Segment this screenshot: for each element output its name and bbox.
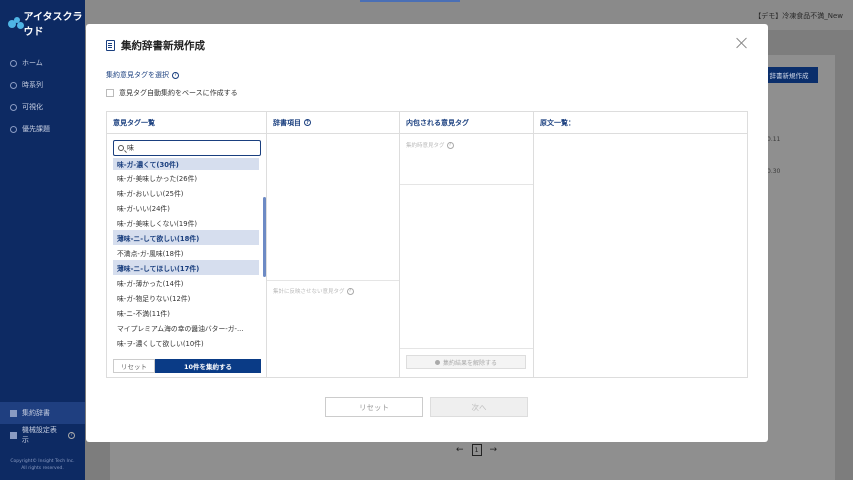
visualize-icon xyxy=(10,103,17,111)
footer-reset-button[interactable]: リセット xyxy=(325,397,423,417)
bg-value: 0.11 xyxy=(767,136,781,143)
tag-search xyxy=(113,140,261,156)
tag-item[interactable]: 味-ニ-不満(11件) xyxy=(113,305,259,320)
priority-icon xyxy=(10,125,17,133)
page-number[interactable]: 1 xyxy=(471,444,482,456)
help-icon[interactable]: ? xyxy=(172,71,179,79)
release-button-label: 集約結果を解除する xyxy=(442,359,497,367)
tag-item[interactable]: 味-ガ-美味しかった(26件) xyxy=(113,170,259,185)
help-icon[interactable]: ? xyxy=(446,141,454,149)
unmapped-tags-text: 集計に反映させない意見タグ xyxy=(273,289,345,295)
tag-item[interactable]: 薄味-ニ-してほしい(17件) xyxy=(113,260,259,275)
columns-panel: 意見タグ一覧 味-ガ-濃くて(30件) 味-ガ-美味しかった(26件) 味-ガ-… xyxy=(106,111,748,378)
tag-list: 味-ガ-濃くて(30件) 味-ガ-美味しかった(26件) 味-ガ-おいしい(25… xyxy=(113,158,259,348)
side-nav: ホーム 時系列 可視化 優先課題 xyxy=(0,52,85,140)
dictionary-column-header: 辞書項目 ? xyxy=(267,112,399,134)
nav-item-timeline[interactable]: 時系列 xyxy=(0,74,85,96)
search-icon xyxy=(118,145,124,151)
home-icon xyxy=(10,59,17,67)
nav-label: ホーム xyxy=(22,59,43,67)
column-header-text: 内包される意見タグ xyxy=(406,118,469,127)
prev-page-arrow-icon[interactable]: ← xyxy=(456,445,464,455)
tag-item[interactable]: 味-ガ-濃くて(30件) xyxy=(113,158,259,170)
tag-item[interactable]: マイプレミアム海の幸の醤油バター-ガ-... xyxy=(113,320,259,335)
tag-item[interactable]: 不満点-ガ-風味(18件) xyxy=(113,245,259,260)
modal-title: 集約辞書新規作成 xyxy=(106,38,205,53)
tag-item[interactable]: 味-ガ-物足りない(12件) xyxy=(113,290,259,305)
modal-title-text: 集約辞書新規作成 xyxy=(121,40,205,52)
nav-label: 可視化 xyxy=(22,103,43,111)
pagination: ← 1 → xyxy=(456,444,497,456)
nav-item-settings[interactable]: 機械設定表示? xyxy=(0,424,85,446)
copyright-line: All rights reserved. xyxy=(21,466,64,471)
settings-icon xyxy=(10,431,17,439)
divider xyxy=(267,280,399,281)
tag-search-input[interactable] xyxy=(127,144,257,152)
divider xyxy=(400,348,533,349)
bg-create-dictionary-button[interactable]: 辞書新規作成 xyxy=(760,67,818,83)
section-label: 集約意見タグを選択 ? xyxy=(106,70,179,80)
original-column-header: 原文一覧： xyxy=(534,112,747,134)
tags-column: 意見タグ一覧 味-ガ-濃くて(30件) 味-ガ-美味しかった(26件) 味-ガ-… xyxy=(107,112,267,377)
column-header-text: 意見タグ一覧 xyxy=(113,118,155,127)
help-icon[interactable]: ? xyxy=(68,431,75,439)
tag-item[interactable]: 味-ガ-薄かった(14件) xyxy=(113,275,259,290)
help-icon[interactable]: ? xyxy=(346,287,354,295)
nav-label: 時系列 xyxy=(22,81,43,89)
nav-item-dictionary[interactable]: 集約辞書 xyxy=(0,402,85,424)
auto-aggregate-option: 意見タグ自動集約をベースに作成する xyxy=(106,88,238,98)
dictionary-icon xyxy=(10,409,17,417)
bg-value: 0.30 xyxy=(767,168,781,175)
nav-label: 機械設定表示 xyxy=(21,426,57,444)
app-sidebar: アイタスクラウド ホーム 時系列 可視化 優先課題 集約辞書 機械設定表示? C… xyxy=(0,0,85,480)
document-icon xyxy=(106,40,115,51)
original-text-column: 原文一覧： xyxy=(534,112,747,377)
included-column-header: 内包される意見タグ xyxy=(400,112,533,134)
nav-label: 集約辞書 xyxy=(22,409,50,417)
logo-text: アイタスクラウド xyxy=(23,12,83,38)
close-icon[interactable] xyxy=(736,37,748,49)
tag-item[interactable]: 薄味-ニ-して欲しい(18件) xyxy=(113,230,259,245)
tag-item[interactable]: 味-ヲ-濃くして欲しい(10件) xyxy=(113,335,259,348)
footer-next-button[interactable]: 次へ xyxy=(430,397,528,417)
aggregate-button[interactable]: 10件を集約する xyxy=(155,359,261,373)
nav-item-home[interactable]: ホーム xyxy=(0,52,85,74)
logo: アイタスクラウド xyxy=(8,8,85,38)
auto-aggregate-checkbox[interactable] xyxy=(106,89,114,97)
nav-label: 優先課題 xyxy=(22,125,50,133)
minus-circle-icon xyxy=(434,359,440,365)
aggregate-tags-placeholder: 集約時意見タグ ? xyxy=(406,141,454,149)
nav-item-priority[interactable]: 優先課題 xyxy=(0,118,85,140)
nav-item-visualize[interactable]: 可視化 xyxy=(0,96,85,118)
release-aggregation-button[interactable]: 集約結果を解除する xyxy=(406,355,526,369)
create-dictionary-modal: 集約辞書新規作成 集約意見タグを選択 ? 意見タグ自動集約をベースに作成する 意… xyxy=(86,24,768,442)
tag-item[interactable]: 味-ガ-おいしい(25件) xyxy=(113,185,259,200)
checkbox-label: 意見タグ自動集約をベースに作成する xyxy=(119,89,238,97)
tag-item[interactable]: 味-ガ-いい(24件) xyxy=(113,200,259,215)
copyright-line: Copyright© Insight Tech Inc. xyxy=(10,459,75,464)
copyright: Copyright© Insight Tech Inc. All rights … xyxy=(0,458,85,472)
tag-reset-button[interactable]: リセット xyxy=(113,359,155,373)
timeline-icon xyxy=(10,81,17,89)
tag-item[interactable]: 味-ガ-美味しくない(19件) xyxy=(113,215,259,230)
included-tags-column: 内包される意見タグ 集約時意見タグ ? 集約結果を解除する xyxy=(400,112,534,377)
help-icon[interactable]: ? xyxy=(304,119,311,126)
divider xyxy=(400,184,533,185)
placeholder-text: 集約時意見タグ xyxy=(406,143,445,149)
column-header-text: 辞書項目 xyxy=(273,118,301,127)
logo-icon xyxy=(8,17,24,29)
section-label-text: 集約意見タグを選択 xyxy=(106,71,169,79)
tag-list-scrollbar[interactable] xyxy=(263,197,266,277)
org-selector[interactable]: 【デモ】冷凍食品不満_New xyxy=(754,11,843,21)
next-page-arrow-icon[interactable]: → xyxy=(490,445,498,455)
tags-column-header: 意見タグ一覧 xyxy=(107,112,266,134)
side-bottom-nav: 集約辞書 機械設定表示? xyxy=(0,402,85,446)
column-header-text: 原文一覧： xyxy=(540,118,575,127)
dictionary-column: 辞書項目 ? 集計に反映させない意見タグ ? xyxy=(267,112,400,377)
unmapped-tags-label: 集計に反映させない意見タグ ? xyxy=(273,287,354,295)
header-strip xyxy=(360,0,460,2)
